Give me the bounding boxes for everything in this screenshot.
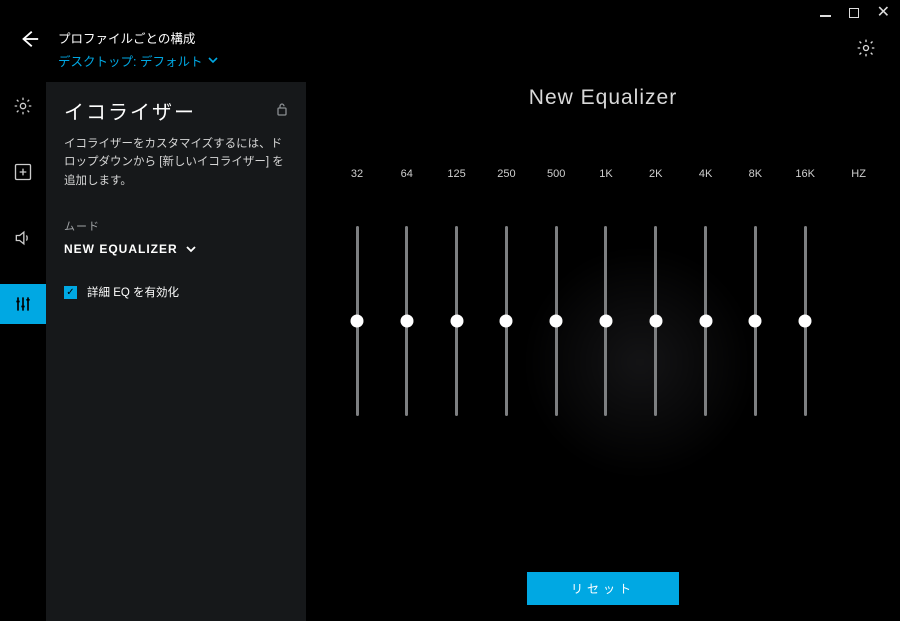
reset-button[interactable]: リセット bbox=[527, 572, 679, 605]
frequency-labels: 32 64 125 250 500 1K 2K 4K 8K 16K HZ bbox=[336, 168, 870, 180]
maximize-icon[interactable] bbox=[849, 8, 859, 18]
back-button[interactable] bbox=[18, 28, 40, 50]
mode-value-text: NEW EQUALIZER bbox=[64, 242, 178, 256]
equalizer-area: New Equalizer 32 64 125 250 500 1K 2K 4K… bbox=[306, 82, 900, 621]
eq-slider[interactable] bbox=[788, 226, 822, 416]
advanced-eq-toggle[interactable]: ✓ 詳細 EQ を有効化 bbox=[64, 284, 288, 300]
advanced-eq-label: 詳細 EQ を有効化 bbox=[87, 284, 179, 300]
profile-label: プロファイルごとの構成 bbox=[58, 28, 218, 47]
eq-slider[interactable] bbox=[589, 226, 623, 416]
slider-thumb[interactable] bbox=[500, 315, 513, 328]
freq-label: 500 bbox=[539, 168, 573, 180]
eq-slider[interactable] bbox=[440, 226, 474, 416]
rail-item-equalizer[interactable] bbox=[0, 284, 46, 324]
eq-slider[interactable] bbox=[738, 226, 772, 416]
freq-label: 250 bbox=[489, 168, 523, 180]
eq-slider[interactable] bbox=[340, 226, 374, 416]
slider-thumb[interactable] bbox=[550, 315, 563, 328]
rail-item-add[interactable] bbox=[0, 152, 46, 192]
eq-slider[interactable] bbox=[639, 226, 673, 416]
lock-icon[interactable] bbox=[276, 102, 288, 119]
freq-label: 8K bbox=[738, 168, 772, 180]
eq-slider[interactable] bbox=[539, 226, 573, 416]
slider-thumb[interactable] bbox=[799, 315, 812, 328]
profile-value: デスクトップ: デフォルト bbox=[58, 51, 202, 70]
checkbox-icon: ✓ bbox=[64, 286, 77, 299]
slider-thumb[interactable] bbox=[699, 315, 712, 328]
slider-thumb[interactable] bbox=[649, 315, 662, 328]
mode-dropdown[interactable]: NEW EQUALIZER bbox=[64, 242, 288, 256]
freq-label: 1K bbox=[589, 168, 623, 180]
header: プロファイルごとの構成 デスクトップ: デフォルト bbox=[0, 0, 900, 82]
slider-thumb[interactable] bbox=[351, 315, 364, 328]
slider-thumb[interactable] bbox=[400, 315, 413, 328]
freq-label: 64 bbox=[390, 168, 424, 180]
freq-label: 16K bbox=[788, 168, 822, 180]
freq-label: 4K bbox=[689, 168, 723, 180]
close-icon[interactable]: ✕ bbox=[877, 8, 890, 18]
window-controls: ✕ bbox=[820, 8, 890, 18]
settings-panel: イコライザー イコライザーをカスタマイズするには、ドロップダウンから [新しいイ… bbox=[46, 82, 306, 621]
freq-label: 32 bbox=[340, 168, 374, 180]
panel-title: イコライザー bbox=[64, 96, 196, 125]
speaker-icon bbox=[13, 228, 33, 248]
profile-dropdown[interactable]: デスクトップ: デフォルト bbox=[58, 51, 218, 70]
eq-slider[interactable] bbox=[689, 226, 723, 416]
sidebar-rail bbox=[0, 82, 46, 621]
slider-thumb[interactable] bbox=[749, 315, 762, 328]
slider-group bbox=[336, 226, 870, 416]
panel-description: イコライザーをカスタマイズするには、ドロップダウンから [新しいイコライザー] … bbox=[64, 135, 288, 190]
equalizer-icon bbox=[13, 294, 33, 314]
plus-box-icon bbox=[13, 162, 33, 182]
eq-slider[interactable] bbox=[489, 226, 523, 416]
minimize-icon[interactable] bbox=[820, 15, 831, 17]
rail-item-audio[interactable] bbox=[0, 218, 46, 258]
chevron-down-icon bbox=[186, 246, 196, 253]
hz-label: HZ bbox=[838, 168, 866, 180]
rail-item-lighting[interactable] bbox=[0, 86, 46, 126]
equalizer-title: New Equalizer bbox=[336, 86, 870, 110]
freq-label: 125 bbox=[440, 168, 474, 180]
freq-label: 2K bbox=[639, 168, 673, 180]
eq-slider[interactable] bbox=[390, 226, 424, 416]
chevron-down-icon bbox=[208, 57, 218, 64]
brightness-icon bbox=[13, 96, 33, 116]
gear-icon[interactable] bbox=[856, 38, 876, 63]
mode-label: ムード bbox=[64, 218, 288, 234]
slider-thumb[interactable] bbox=[450, 315, 463, 328]
slider-thumb[interactable] bbox=[599, 315, 612, 328]
